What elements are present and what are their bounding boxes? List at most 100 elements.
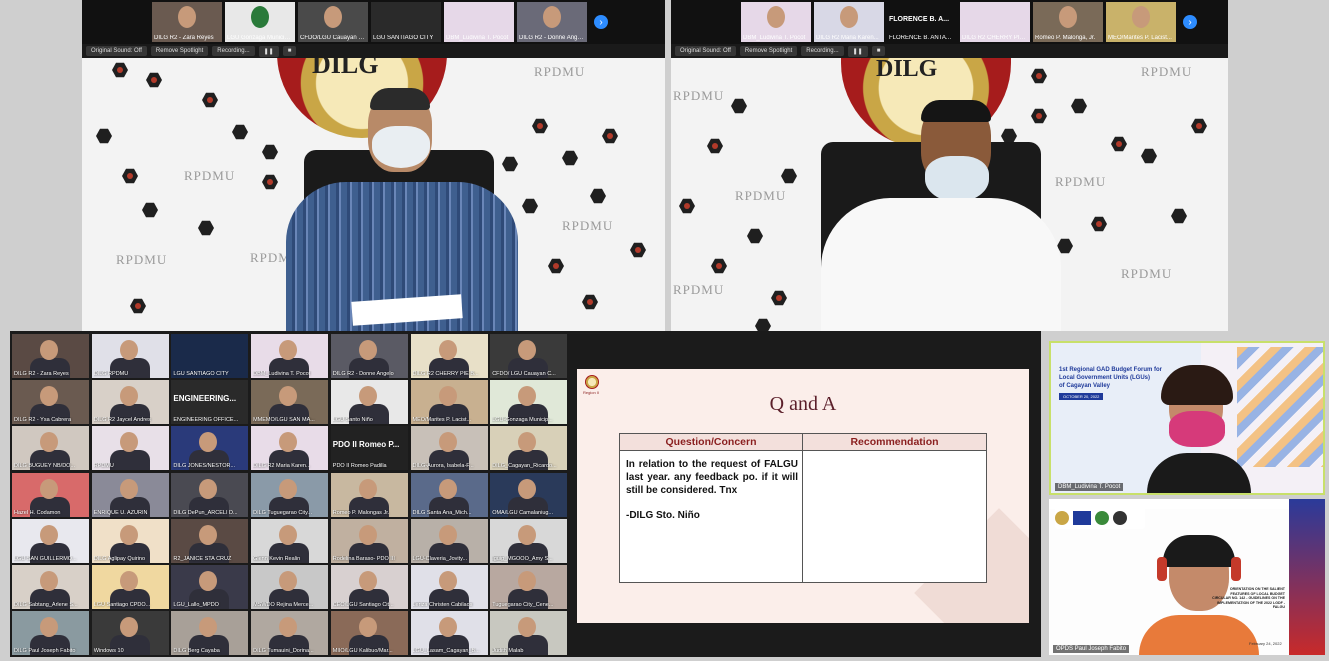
participant-head [279,571,298,591]
gallery-tile[interactable]: DILG DePun_ARCELI D... [171,472,249,517]
participant-head [199,432,218,453]
participant-head [279,432,298,453]
tile-name: DILG R2 Jaycel Andres [93,417,151,424]
stop-icon[interactable]: ■ [282,46,297,56]
gallery-tile[interactable]: DILG R2 CHERRY PIE B... [410,334,488,378]
strip-tile[interactable]: DILG R2 - Donne Angelo... [517,2,587,42]
gallery-tile[interactable]: DILG R2 - Zara Reyes [12,334,89,378]
question-signature: -DILG Sto. Niño [626,510,700,521]
speaker-right [821,100,1061,331]
gallery-tile[interactable]: LGU Santiago CPDO... [91,565,169,609]
spotlight-video-right[interactable]: DBM_Ludivina T. Pocot DILG R2 Maria Kare… [671,0,1228,331]
tile-name: OMA/LGU Camalaniug... [492,509,554,516]
gallery-tile[interactable]: LGU-Gonzaga Municip... [490,380,568,425]
participant-head [518,617,537,638]
gallery-tile[interactable]: OMA/LGU Camalaniug... [490,472,568,517]
gallery-tile[interactable]: DILG_Cagayan_Ricardo... [490,426,568,471]
gallery-tile[interactable]: DILG R2 Jaycel Andres [91,380,169,425]
gallery-tile[interactable]: DILG BUGUEY NB/DO... [12,426,89,471]
gallery-tile[interactable]: Tuguegarao City_Cene... [490,565,568,609]
gallery-tile[interactable]: DILG Tuguegarao City... [251,472,329,517]
gallery-tile[interactable]: DILG R2 - Ysa Cabrera [12,380,89,425]
gallery-tile[interactable]: LGU Santo Niño [330,380,408,425]
gallery-tile[interactable]: ENGINEERING... ENGINEERING OFFICE... [171,380,249,425]
tile-name: MIIO/LGU Kalibuo/Mar... [332,648,393,655]
gallery-tile[interactable]: Leriza Christen Cabilaos [410,565,488,609]
gallery-tile[interactable]: MMEMO/LGU SAN MA... [251,380,329,425]
tile-name: DILG R2 Maria Karen... [253,463,311,470]
gallery-tile[interactable]: DBM_Ludivina T. Pocot [251,334,329,378]
strip-tile[interactable]: DILG R2 - Zara Reyes [152,2,222,42]
gallery-tile[interactable]: DILG Santa Ana_Mich... [410,472,488,517]
strip-tile[interactable]: CFDO/LGU Cauayan C... [298,2,368,42]
gallery-tile[interactable]: LGU SAN GUILLERMO... [12,518,89,563]
next-page-icon[interactable]: › [1183,15,1197,29]
participant-head [119,571,138,591]
tile-name: LGU-Gonzaga Municip... [492,417,553,424]
gallery-tile[interactable]: MEO/Marites P. Lacist... [410,380,488,425]
gallery-tile[interactable]: ENRIQUE U. AZURIN [91,472,169,517]
gallery-tile[interactable]: DILG R2 Maria Karen... [251,426,329,471]
spotlight-video-left[interactable]: DILG R2 - Zara Reyes LGU Gonzaga Municip… [82,0,665,331]
tile-name: R2_JANICE STA CRUZ [173,555,232,562]
strip-tile[interactable]: LGU Gonzaga Municipality [225,2,295,42]
gallery-tile[interactable]: DILG Aglipay Quirino [91,518,169,563]
participant-head [518,386,537,407]
gallery-tile[interactable]: MIIO/LGU Kalibuo/Mar... [330,611,408,656]
gallery-tile[interactable]: Windows 10 [91,611,169,656]
strip-tile[interactable]: DILG R2 CHERRY PIE B... [960,2,1030,42]
gallery-tile[interactable]: PDO II Romeo P... PDO II Romeo Padilla [330,426,408,471]
stop-icon[interactable]: ■ [871,46,886,56]
gallery-tile[interactable]: Romeo P. Malongas Jr. [330,472,408,517]
video-controls: Original Sound: Off Remove Spotlight Rec… [671,44,886,58]
participant-head [40,432,58,453]
next-page-icon[interactable]: › [594,15,608,29]
recording-indicator: Recording... [801,46,844,56]
sound-toggle[interactable]: Original Sound: Off [86,46,147,56]
gallery-tile[interactable]: LGU-Claveria_Jovity... [410,518,488,563]
gallery-tile[interactable]: DILG Tumauini_Dorina... [251,611,329,656]
gallery-tile[interactable]: Glenn Kevin Realin [251,518,329,563]
gallery-tile[interactable]: Rodelina Baraso- PDO III [330,518,408,563]
strip-tile[interactable]: DBM_Ludivina T. Pocot [741,2,811,42]
gallery-tile[interactable]: R2_JANICE STA CRUZ [171,518,249,563]
strip-tile[interactable]: DBM_Ludivina T. Pocot [444,2,514,42]
tile-name-large: ENGINEERING... [173,394,237,404]
gallery-tile[interactable]: LGU_Lallo_MPDO [171,565,249,609]
gallery-tile[interactable]: DILG JONES/NESTOR... [171,426,249,471]
gallery-tile[interactable]: Judith Malab [490,611,568,656]
pause-icon[interactable]: ❚❚ [847,45,868,57]
gallery-tile[interactable]: RPDMU [91,426,169,471]
participant-video-pocot[interactable]: 1st Regional GAD Budget Forum for Local … [1049,341,1325,495]
tile-name: DILG RPDMU [93,371,129,377]
strip-tile[interactable]: DILG R2 Maria Karen... [814,2,884,42]
gallery-tile[interactable]: DILG Sabtang_Arlene S... [12,565,89,609]
tile-name: LGU Santiago CPDO... [93,602,151,608]
gallery-tile[interactable]: DILG R2 - Donne Angelo [330,334,408,378]
gallery-tile[interactable]: Hazel H. Codamon [12,472,89,517]
pause-icon[interactable]: ❚❚ [258,45,279,57]
gallery-tile[interactable]: Iguig_MGOOO_Amy S... [490,518,568,563]
gallery-tile[interactable]: LGU SANTIAGO CITY [171,334,249,378]
gallery-tile[interactable]: MSWDO Rejina Merce... [251,565,329,609]
gallery-tile[interactable]: DILG RPDMU [91,334,169,378]
gallery-tile[interactable]: LGU_Lasam_Cagayan_B... [410,611,488,656]
strip-tile[interactable]: MEO/Marites P. Lacist... [1106,2,1176,42]
gallery-tile[interactable]: DILG-Aurora, Isabela-F... [410,426,488,471]
gallery-tile[interactable]: DILG Paul Joseph Fabito [12,611,89,656]
tile-name: MSWDO Rejina Merce... [253,602,314,608]
participant-head [40,340,58,360]
sound-toggle[interactable]: Original Sound: Off [675,46,736,56]
gallery-tile[interactable]: DILG Berg Cayaba [171,611,249,656]
participant-head [518,478,537,499]
participant-video-fabito[interactable]: ORIENTATION ON THE SALIENT FEATURES OF L… [1049,499,1325,655]
remove-spotlight-button[interactable]: Remove Spotlight [739,46,798,56]
strip-tile-featured[interactable]: FLORENCE B. A... FLORENCE B. ANTAYOG [887,2,957,42]
gallery-tile[interactable]: CEO/LGU Santiago Cit... [330,565,408,609]
strip-tile[interactable]: LGU SANTIAGO CITY [371,2,441,42]
gallery-tile[interactable]: CFDO/ LGU Cauayan C... [490,334,568,378]
strip-tile[interactable]: Romeo P. Malonga, Jr. [1033,2,1103,42]
remove-spotlight-button[interactable]: Remove Spotlight [150,46,209,56]
participant-head [40,617,58,638]
tile-name: DILG R2 - Donne Angelo [332,371,394,377]
